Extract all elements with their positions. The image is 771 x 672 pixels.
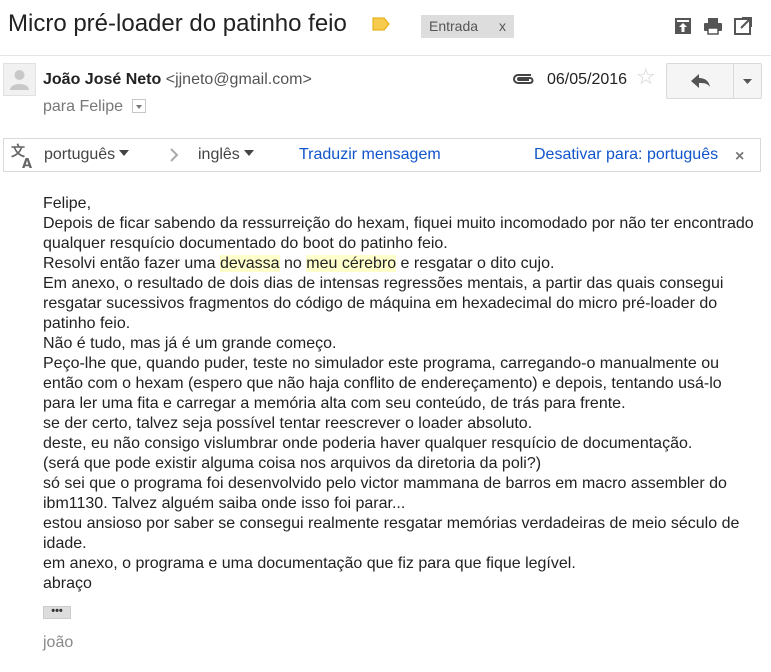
avatar bbox=[3, 63, 36, 96]
body-line: (será que pode existir alguma coisa nos … bbox=[43, 455, 542, 472]
reply-icon bbox=[691, 74, 710, 88]
body-line: se der certo, talvez seja possível tenta… bbox=[43, 415, 533, 432]
highlighted-text: devassa bbox=[219, 255, 280, 272]
attachment-icon bbox=[513, 74, 534, 84]
recipient-details-dropdown[interactable] bbox=[132, 99, 146, 113]
target-language-label: inglês bbox=[198, 146, 240, 163]
body-line: Peço-lhe que, quando puder, teste no sim… bbox=[43, 355, 722, 412]
new-window-icon[interactable] bbox=[733, 16, 753, 36]
chevron-right-icon bbox=[170, 148, 179, 162]
translate-message-link[interactable]: Traduzir mensagem bbox=[299, 146, 441, 164]
body-line: estou ansioso por saber se consegui real… bbox=[43, 515, 740, 552]
body-line: Resolvi então fazer uma devassa no meu c… bbox=[43, 254, 758, 274]
message-body: Felipe, Depois de ficar sabendo da ressu… bbox=[43, 194, 758, 594]
source-language-label: português bbox=[44, 146, 116, 163]
label-chip-remove-button[interactable]: x bbox=[499, 18, 506, 34]
archive-icon[interactable] bbox=[673, 16, 693, 36]
translate-icon: 文 A bbox=[11, 143, 32, 169]
body-line: Felipe, bbox=[43, 195, 92, 212]
reply-button[interactable] bbox=[666, 63, 734, 99]
source-language-select[interactable]: português bbox=[44, 146, 130, 164]
body-text: no bbox=[279, 255, 307, 272]
sender-name[interactable]: João José Neto bbox=[43, 71, 161, 88]
highlighted-text: meu cérebro bbox=[306, 255, 397, 272]
more-actions-button[interactable] bbox=[733, 63, 762, 99]
caret-down-icon bbox=[243, 149, 254, 156]
body-line: só sei que o programa foi desenvolvido p… bbox=[43, 475, 727, 512]
svg-text:A: A bbox=[22, 157, 32, 169]
body-line: abraço bbox=[43, 575, 92, 592]
body-line: deste, eu não consigo vislumbrar onde po… bbox=[43, 435, 693, 452]
header-divider bbox=[0, 55, 771, 56]
message-date: 06/05/2016 bbox=[547, 71, 628, 88]
body-line: Não é tudo, mas já é um grande começo. bbox=[43, 335, 337, 352]
chevron-down-icon bbox=[743, 79, 752, 84]
email-subject: Micro pré-loader do patinho feio bbox=[8, 10, 347, 37]
disable-translation-link[interactable]: Desativar para: português bbox=[534, 146, 718, 164]
sender-line: João José Neto <jjneto@gmail.com> bbox=[43, 71, 312, 89]
print-icon[interactable] bbox=[703, 16, 723, 36]
person-icon bbox=[10, 70, 29, 90]
show-trimmed-content-button[interactable]: ••• bbox=[43, 606, 71, 619]
close-icon[interactable]: × bbox=[735, 148, 744, 166]
chevron-down-icon bbox=[136, 105, 142, 109]
body-line: Em anexo, o resultado de dois dias de in… bbox=[43, 275, 724, 332]
signature: joão bbox=[43, 634, 74, 651]
caret-down-icon bbox=[119, 149, 130, 156]
label-tag-icon[interactable] bbox=[372, 17, 390, 31]
translate-bar: 文 A português inglês Traduzir mensagem D… bbox=[3, 138, 761, 172]
body-line: em anexo, o programa e uma documentação … bbox=[43, 555, 576, 572]
body-text: Resolvi então fazer uma bbox=[43, 255, 220, 272]
target-language-select[interactable]: inglês bbox=[198, 146, 254, 164]
sender-email: <jjneto@gmail.com> bbox=[165, 71, 312, 88]
recipient-line: para Felipe bbox=[43, 98, 124, 115]
label-chip-inbox[interactable]: Entrada x bbox=[421, 15, 514, 38]
body-text: e resgatar o dito cujo. bbox=[396, 255, 555, 272]
star-icon[interactable]: ☆ bbox=[636, 66, 656, 88]
body-line: Depois de ficar sabendo da ressurreição … bbox=[43, 215, 754, 252]
label-chip-text: Entrada bbox=[429, 18, 479, 34]
